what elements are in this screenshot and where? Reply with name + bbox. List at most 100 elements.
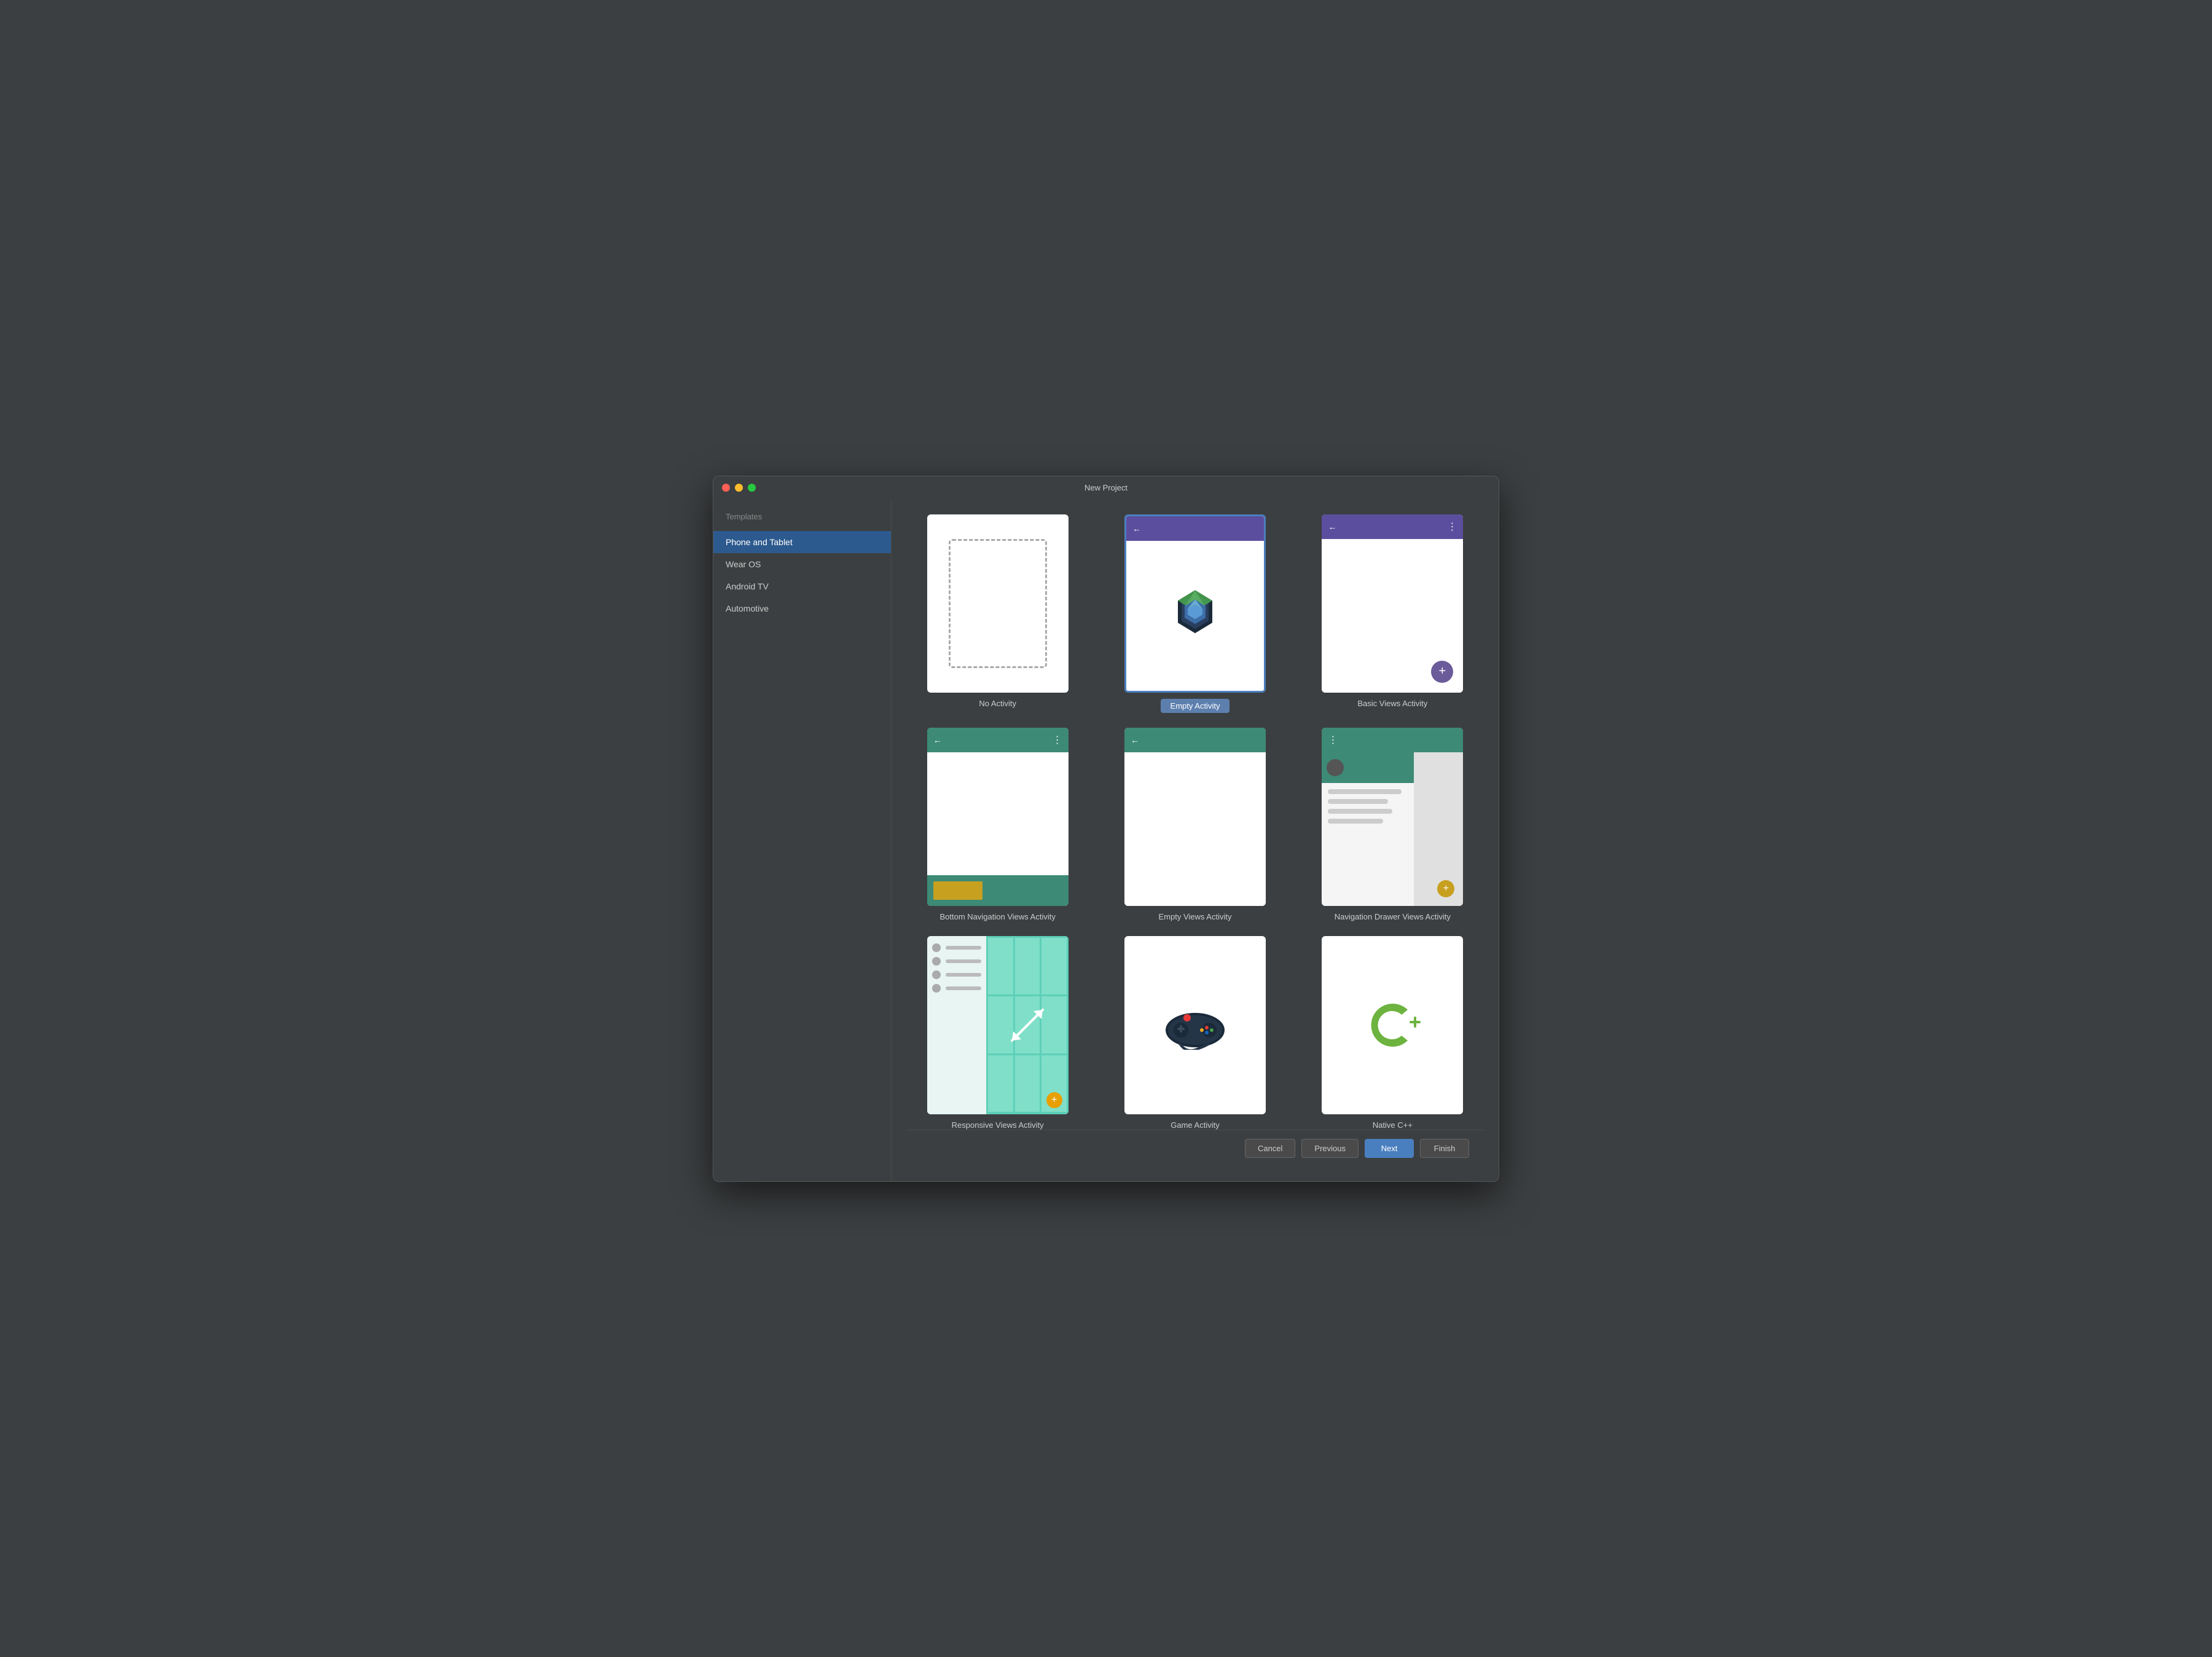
list-dot: [932, 943, 941, 952]
nav-drawer-fab: +: [1437, 880, 1454, 897]
previous-button[interactable]: Previous: [1301, 1139, 1359, 1158]
title-bar: New Project: [713, 476, 1499, 500]
template-responsive-activity[interactable]: + Responsive Views Activity: [906, 936, 1089, 1130]
template-preview-empty-activity: ←: [1124, 514, 1266, 693]
template-preview-game: [1124, 936, 1266, 1114]
nav-drawer-panel: [1322, 752, 1414, 906]
android-studio-icon: [1171, 587, 1220, 639]
empty-activity-body: [1126, 541, 1264, 691]
sidebar-section-label: Templates: [713, 510, 891, 531]
template-preview-responsive: +: [927, 936, 1069, 1114]
basic-views-header: ← ⋮: [1322, 514, 1463, 539]
template-bottom-nav-activity[interactable]: ← ⋮ Bottom Navigation Views Activity: [906, 728, 1089, 921]
sidebar-item-phone-and-tablet[interactable]: Phone and Tablet: [713, 531, 891, 553]
responsive-list-item-1: [932, 943, 982, 952]
list-line: [946, 959, 982, 963]
template-label-native-cpp: Native C++: [1373, 1120, 1413, 1130]
nav-drawer-panel-header: [1322, 752, 1414, 783]
nav-drawer-header: ⋮: [1322, 728, 1463, 752]
template-preview-basic-views: ← ⋮ +: [1322, 514, 1463, 693]
content-area: Templates Phone and Tablet Wear OS Andro…: [713, 500, 1499, 1181]
responsive-arrow-container: [986, 936, 1068, 1114]
nav-drawer-mockup: ⋮: [1322, 728, 1463, 906]
responsive-list-item-2: [932, 957, 982, 966]
responsive-list-item-3: [932, 970, 982, 979]
template-empty-activity[interactable]: ←: [1104, 514, 1286, 713]
template-label-bottom-nav: Bottom Navigation Views Activity: [939, 912, 1055, 921]
sidebar-item-wear-os[interactable]: Wear OS: [713, 553, 891, 575]
back-arrow-icon: ←: [933, 735, 942, 745]
back-arrow-icon: ←: [1132, 524, 1141, 533]
sidebar-item-android-tv[interactable]: Android TV: [713, 575, 891, 597]
footer: Cancel Previous Next Finish: [906, 1130, 1484, 1167]
nav-item-line-1: [1328, 789, 1402, 794]
empty-views-body: [1124, 752, 1266, 906]
basic-views-mockup: ← ⋮ +: [1322, 514, 1463, 693]
responsive-list-item-4: [932, 984, 982, 993]
bottom-nav-mockup: ← ⋮: [927, 728, 1069, 906]
next-button[interactable]: Next: [1365, 1139, 1414, 1158]
sidebar-item-automotive[interactable]: Automotive: [713, 597, 891, 620]
responsive-list-panel: [927, 936, 987, 1114]
cpp-logo-icon: [1362, 998, 1423, 1053]
responsive-fab: +: [1046, 1092, 1062, 1108]
game-preview-content: [1124, 936, 1266, 1114]
window-controls: [722, 484, 756, 492]
list-line: [946, 946, 982, 950]
template-preview-nav-drawer: ⋮: [1322, 728, 1463, 906]
template-preview-empty-views: ←: [1124, 728, 1266, 906]
game-controller-icon: [1161, 1001, 1229, 1050]
resize-arrow-icon: [1006, 1004, 1049, 1047]
nav-item-line-3: [1328, 809, 1392, 814]
window-title: New Project: [1084, 483, 1128, 492]
list-line: [946, 986, 982, 990]
empty-activity-mockup: ←: [1126, 516, 1264, 691]
template-empty-views-activity[interactable]: ← Empty Views Activity: [1104, 728, 1286, 921]
cpp-preview-content: [1322, 936, 1463, 1114]
template-label-no-activity: No Activity: [979, 699, 1016, 708]
minimize-button[interactable]: [735, 484, 743, 492]
sidebar: Templates Phone and Tablet Wear OS Andro…: [713, 500, 892, 1181]
template-label-basic-views: Basic Views Activity: [1357, 699, 1427, 708]
empty-views-header: ←: [1124, 728, 1266, 752]
bottom-nav-indicator: [933, 881, 982, 900]
list-dot: [932, 970, 941, 979]
template-label-game: Game Activity: [1171, 1120, 1219, 1130]
nav-drawer-avatar: [1327, 759, 1344, 776]
template-preview-no-activity: [927, 514, 1069, 693]
responsive-layout: +: [927, 936, 1069, 1114]
overflow-menu-icon: ⋮: [1053, 734, 1062, 746]
finish-button[interactable]: Finish: [1420, 1139, 1469, 1158]
list-dot: [932, 984, 941, 993]
template-label-responsive: Responsive Views Activity: [952, 1120, 1044, 1130]
close-button[interactable]: [722, 484, 730, 492]
template-basic-views-activity[interactable]: ← ⋮ + Basic Views Activity: [1301, 514, 1484, 713]
new-project-window: New Project Templates Phone and Tablet W…: [713, 476, 1499, 1182]
template-no-activity[interactable]: No Activity: [906, 514, 1089, 713]
template-nav-drawer-activity[interactable]: ⋮: [1301, 728, 1484, 921]
template-label-nav-drawer: Navigation Drawer Views Activity: [1335, 912, 1451, 921]
template-label-empty-activity: Empty Activity: [1161, 699, 1230, 713]
list-line: [946, 973, 982, 977]
back-arrow-icon: ←: [1328, 522, 1336, 532]
fab-button: +: [1431, 661, 1453, 683]
no-activity-dashed-box: [949, 539, 1047, 668]
maximize-button[interactable]: [748, 484, 756, 492]
empty-activity-header: ←: [1126, 516, 1264, 541]
template-preview-native-cpp: [1322, 936, 1463, 1114]
back-arrow-icon: ←: [1131, 735, 1139, 745]
bottom-nav-body: [927, 752, 1069, 875]
nav-item-line-2: [1328, 799, 1387, 804]
empty-views-mockup: ←: [1124, 728, 1266, 906]
template-native-cpp[interactable]: Native C++: [1301, 936, 1484, 1130]
main-content: No Activity ←: [892, 500, 1499, 1181]
overflow-menu-icon: ⋮: [1328, 734, 1338, 746]
bottom-navigation-bar: [927, 875, 1069, 906]
responsive-grid-panel: [986, 936, 1068, 1114]
list-dot: [932, 957, 941, 966]
nav-item-line-4: [1328, 819, 1383, 824]
cancel-button[interactable]: Cancel: [1245, 1139, 1295, 1158]
template-game-activity[interactable]: Game Activity: [1104, 936, 1286, 1130]
bottom-nav-header: ← ⋮: [927, 728, 1069, 752]
overflow-menu-icon: ⋮: [1447, 521, 1457, 533]
